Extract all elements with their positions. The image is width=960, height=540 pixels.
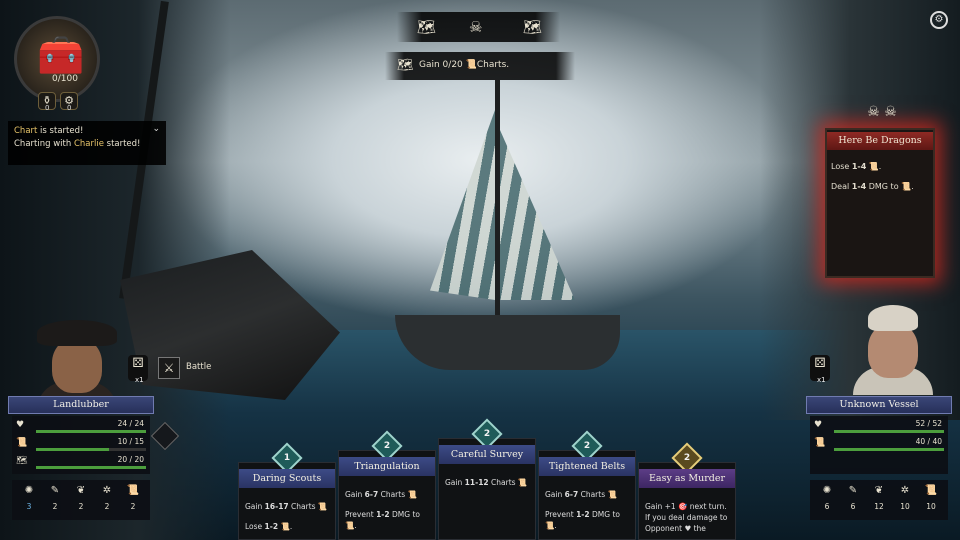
opponent-portrait[interactable] [848,305,938,395]
encounter-effect: Lose 1-4 📜. [831,162,882,171]
log-line: Chart is started! [14,126,84,136]
player-name: Landlubber [8,396,154,414]
resource-item: ✺ 3 [16,482,42,511]
charts-stat: 📜 10 / 15 [14,436,148,452]
resource-item: 📜 10 [918,482,944,511]
resource-item: ✲ 10 [892,482,918,511]
card-effect: Gain +1 🎯 next turn. [645,502,727,511]
supplies-stat: 🗺 20 / 20 [14,454,148,470]
skull-icon: ☠ [469,18,483,36]
trinket-count: 0 [67,104,72,112]
opponent-dice-count: x1 [817,376,826,384]
relic-count: 0 [45,104,50,112]
treasure-chest-icon: 🧰 [37,33,85,77]
crossed-swords-icon: ⚔ [158,357,180,379]
chart-icon: 🗺 [417,18,437,36]
wheel-icon: ✲ [102,485,112,496]
card-title: Easy as Murder [639,469,735,488]
opponent-resources: ✺ 6 ✎ 6 ❦ 12 ✲ 10 📜 10 [810,480,948,520]
player-resources: ✺ 3 ✎ 2 ❦ 2 ✲ 2 📜 2 [12,480,150,520]
wing-icon: ❦ [874,485,884,496]
card-title: Tightened Belts [539,457,635,476]
player-stats: ♥ 24 / 24 📜 10 / 15 🗺 20 / 20 [12,416,150,474]
resource-item: 📜 2 [120,482,146,511]
heart-icon: ♥ [814,420,823,430]
scroll-icon: 📜 [126,485,140,496]
card-daring-scouts[interactable]: 1 Daring Scouts Gain 16-17 Charts 📜 Lose… [238,442,336,540]
opponent-stats: ♥ 52 / 52 📜 40 / 40 [810,416,948,474]
wheel-icon: ✲ [900,485,910,496]
ship-mast [495,80,500,320]
card-tightened-belts[interactable]: 2 Tightened Belts Gain 6-7 Charts 📜 Prev… [538,430,636,540]
card-effect: Prevent 1-2 DMG to 📜. [345,510,420,530]
resource-item: ✺ 6 [814,482,840,511]
resource-item: ✲ 2 [94,482,120,511]
card-effect: Gain 6-7 Charts 📜 [545,490,617,499]
encounter-track: 🗺 ☠ 🗺 [397,12,560,42]
card-effect: Gain 11-12 Charts 📜 [445,478,528,487]
sun-icon: ✺ [822,485,832,496]
card-effect: Gain 6-7 Charts 📜 [345,490,417,499]
card-effect: Prevent 1-2 DMG to 📜. [545,510,620,530]
card-title: Triangulation [339,457,435,476]
card-title: Careful Survey [439,445,535,464]
encounter-effect: Deal 1-4 DMG to 📜. [831,182,914,191]
card-title: Daring Scouts [239,469,335,488]
opponent-panel: Unknown Vessel ♥ 52 / 52 📜 40 / 40 ✺ 6 ✎ 6… [806,396,952,524]
log-line: Charting with Charlie started! [14,139,141,149]
sun-icon: ✺ [24,485,34,496]
event-log[interactable]: ⌄ Chart is started! Charting with Charli… [8,121,166,165]
map-icon: 🗺 [16,456,28,466]
resource-item: ✎ 2 [42,482,68,511]
player-dice-count: x1 [135,376,144,384]
opponent-name: Unknown Vessel [806,396,952,414]
resource-item: ✎ 6 [840,482,866,511]
skull-crest-icon: ☠ ☠ [867,104,897,120]
health-stat: ♥ 52 / 52 [812,418,946,434]
battle-label: Battle [186,362,212,372]
encounter-title: Here Be Dragons [827,132,933,150]
charts-stat: 📜 40 / 40 [812,436,946,452]
treasure-count: 0/100 [52,74,78,84]
heart-icon: ♥ [16,420,25,430]
scroll-icon: 📜 [16,438,28,448]
resource-item: ❦ 2 [68,482,94,511]
encounter-card[interactable]: ☠ ☠ Here Be Dragons Lose 1-4 📜. Deal 1-4… [825,104,935,278]
treasure-chest-button[interactable]: 🧰 [14,16,100,102]
scroll-icon: 📜 [924,485,938,496]
feather-icon: ✎ [848,485,858,496]
ship-sail-rear [500,130,575,300]
resource-item: ❦ 12 [866,482,892,511]
card-effect: Gain 16-17 Charts 📜 [245,502,328,511]
objective-text: Gain 0/20 📜Charts. [419,60,510,70]
card-careful-survey[interactable]: 2 Careful Survey Gain 11-12 Charts 📜 [438,418,536,540]
ship-sail-front [430,110,495,300]
wing-icon: ❦ [76,485,86,496]
chevron-down-icon[interactable]: ⌄ [152,123,160,136]
ship-hull [395,315,620,370]
health-stat: ♥ 24 / 24 [14,418,148,434]
feather-icon: ✎ [50,485,60,496]
scroll-icon: 📜 [814,438,826,448]
player-panel: Landlubber ♥ 24 / 24 📜 10 / 15 🗺 20 / 20… [8,396,154,524]
objective-banner: 🗺 Gain 0/20 📜Charts. [385,52,575,80]
chart-icon: 🗺 [397,58,414,73]
card-effect: Lose 1-2 📜. [245,522,293,531]
card-effect: If you deal damage to Opponent ♥ the [645,513,728,533]
gear-icon[interactable]: ⚙ [930,11,948,29]
card-triangulation[interactable]: 2 Triangulation Gain 6-7 Charts 📜 Preven… [338,430,436,540]
map-icon: 🗺 [523,18,543,36]
battle-button[interactable]: ⚔ Battle [158,357,218,379]
card-easy-as-murder[interactable]: 2 Easy as Murder Gain +1 🎯 next turn. If… [638,442,736,540]
